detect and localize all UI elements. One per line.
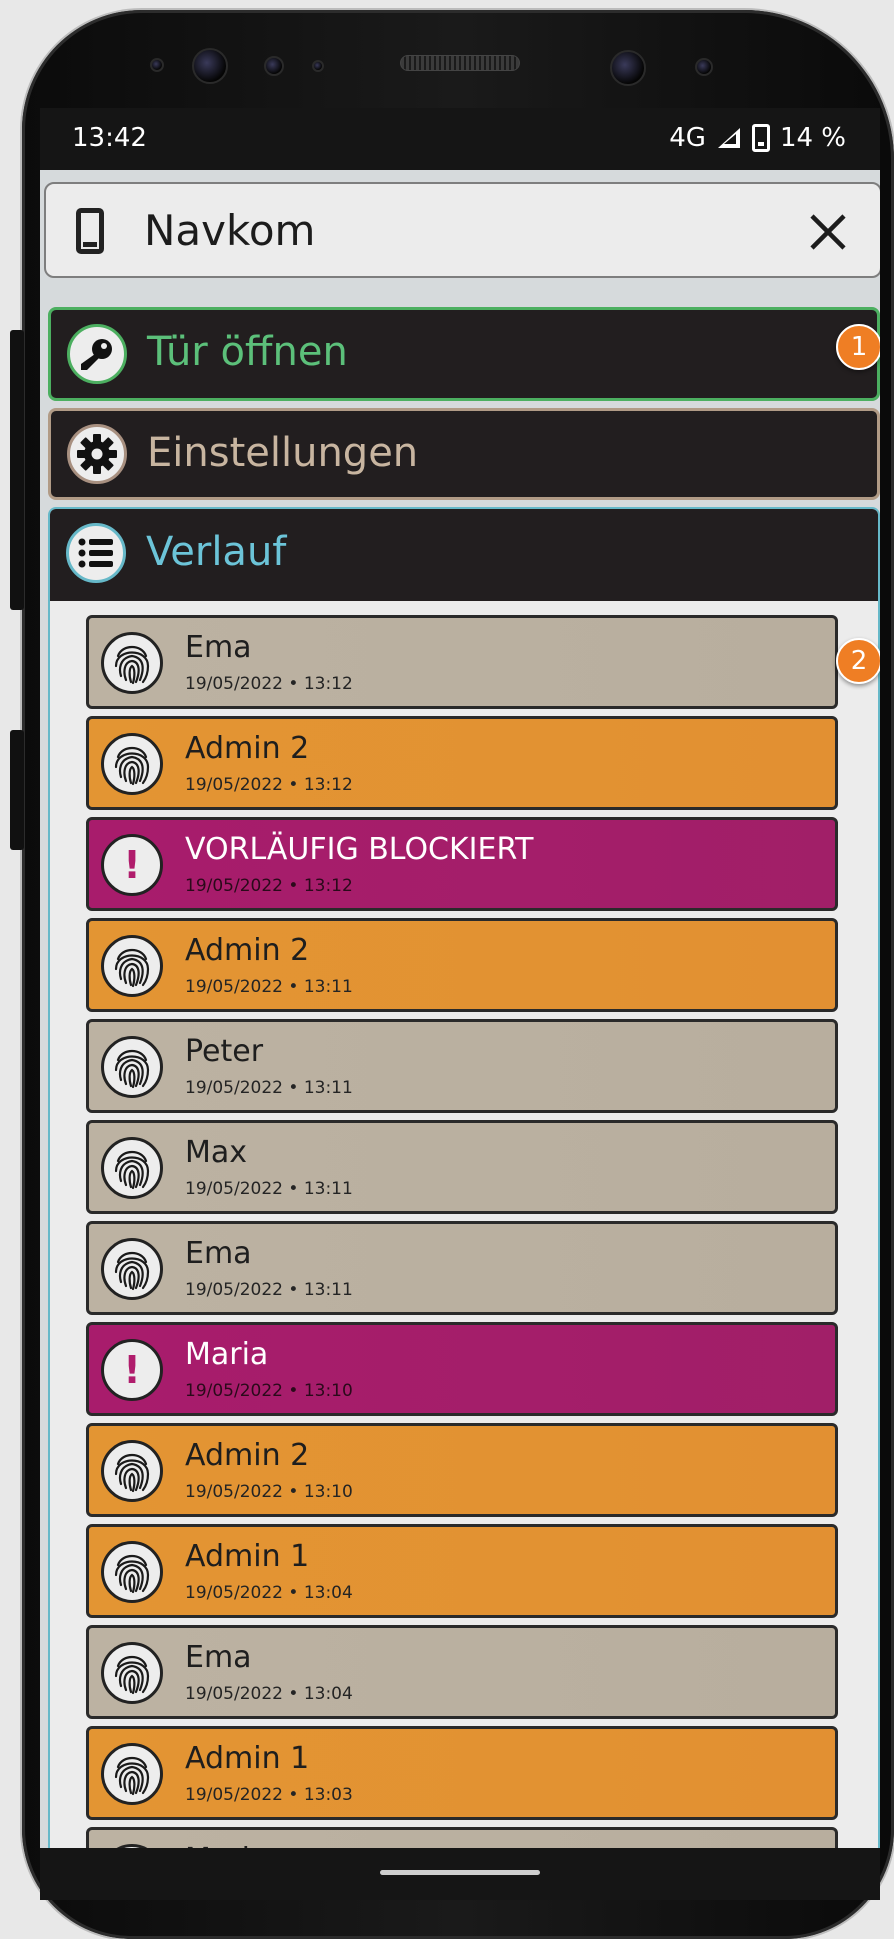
alert-icon: !	[101, 834, 163, 896]
history-entry[interactable]: ! VORLÄUFIG BLOCKIERT 19/05/2022 • 13:12	[86, 817, 838, 911]
fingerprint-icon	[101, 935, 163, 997]
fingerprint-icon	[101, 1238, 163, 1300]
phone-screen: 13:42 4G 14 % Navkom Tür öffnen Einstell…	[40, 108, 880, 1848]
fingerprint-icon	[101, 1137, 163, 1199]
history-entry[interactable]: Maria	[86, 1827, 838, 1848]
battery-label: 14 %	[779, 123, 846, 153]
fingerprint-icon	[101, 1541, 163, 1603]
gear-icon	[67, 424, 127, 484]
history-entry-name: Ema	[185, 1640, 252, 1675]
history-panel: Verlauf Ema 19/05/2022 • 13:12 Admin 2 19/0…	[48, 507, 880, 1848]
fingerprint-icon	[101, 1642, 163, 1704]
list-icon	[66, 523, 126, 583]
history-header-button[interactable]: Verlauf	[50, 509, 878, 601]
history-entry-name: Ema	[185, 630, 252, 665]
history-label: Verlauf	[146, 529, 287, 575]
app-header: Navkom	[44, 182, 880, 278]
system-nav-bar	[40, 1848, 880, 1900]
history-entry-name: Admin 2	[185, 933, 310, 968]
history-entry-name: Admin 1	[185, 1539, 310, 1574]
sensor-icon	[695, 58, 713, 76]
history-entry-timestamp: 19/05/2022 • 13:11	[185, 977, 353, 997]
sensor-icon	[312, 60, 324, 72]
smartphone-icon	[76, 208, 104, 254]
bixby-button	[10, 730, 24, 850]
fingerprint-icon	[101, 632, 163, 694]
open-door-button[interactable]: Tür öffnen	[48, 307, 880, 401]
history-entry[interactable]: Max 19/05/2022 • 13:11	[86, 1120, 838, 1214]
home-indicator[interactable]	[380, 1870, 540, 1875]
front-camera-icon	[610, 50, 646, 86]
fingerprint-icon	[101, 1743, 163, 1805]
open-door-label: Tür öffnen	[147, 329, 348, 375]
settings-label: Einstellungen	[147, 430, 419, 476]
history-entry[interactable]: Admin 2 19/05/2022 • 13:12	[86, 716, 838, 810]
history-entry-name: VORLÄUFIG BLOCKIERT	[185, 832, 534, 867]
history-entry-timestamp: 19/05/2022 • 13:04	[185, 1684, 353, 1704]
callout-badge-2: 2	[836, 638, 880, 684]
sensor-icon	[150, 58, 164, 72]
fingerprint-icon	[101, 733, 163, 795]
history-entry[interactable]: Admin 1 19/05/2022 • 13:04	[86, 1524, 838, 1618]
history-entry[interactable]: Peter 19/05/2022 • 13:11	[86, 1019, 838, 1113]
history-entry-name: Maria	[185, 1337, 269, 1372]
history-entry-timestamp: 19/05/2022 • 13:12	[185, 775, 353, 795]
history-entry-name: Max	[185, 1135, 248, 1170]
network-label: 4G	[669, 123, 706, 153]
history-entry-timestamp: 19/05/2022 • 13:11	[185, 1179, 353, 1199]
history-entry-timestamp: 19/05/2022 • 13:11	[185, 1280, 353, 1300]
history-entry-name: Ema	[185, 1236, 252, 1271]
camera-icon	[192, 48, 228, 84]
history-entry-timestamp: 19/05/2022 • 13:12	[185, 674, 353, 694]
battery-icon	[751, 124, 770, 152]
alert-icon: !	[101, 1339, 163, 1401]
status-bar: 13:42 4G 14 %	[40, 108, 880, 170]
history-entry-name: Admin 2	[185, 731, 310, 766]
history-entry[interactable]: Admin 1 19/05/2022 • 13:03	[86, 1726, 838, 1820]
history-entry-timestamp: 19/05/2022 • 13:11	[185, 1078, 353, 1098]
volume-button	[10, 330, 24, 610]
history-entry-name: Peter	[185, 1034, 264, 1069]
sensor-icon	[264, 56, 284, 76]
history-entry-name: Admin 1	[185, 1741, 310, 1776]
status-time: 13:42	[72, 123, 147, 153]
history-entry[interactable]: Ema 19/05/2022 • 13:04	[86, 1625, 838, 1719]
history-entry[interactable]: Ema 19/05/2022 • 13:12	[86, 615, 838, 709]
history-entry-timestamp: 19/05/2022 • 13:04	[185, 1583, 353, 1603]
history-entry-timestamp: 19/05/2022 • 13:03	[185, 1785, 353, 1805]
history-entry[interactable]: ! Maria 19/05/2022 • 13:10	[86, 1322, 838, 1416]
history-entry-name: Admin 2	[185, 1438, 310, 1473]
app-content: Navkom Tür öffnen Einstellungen Verlauf …	[40, 170, 880, 1848]
history-list: Ema 19/05/2022 • 13:12 Admin 2 19/05/2022 •…	[86, 615, 838, 1848]
fingerprint-icon	[101, 1440, 163, 1502]
key-icon	[67, 324, 127, 384]
history-entry[interactable]: Admin 2 19/05/2022 • 13:11	[86, 918, 838, 1012]
page-title: Navkom	[144, 206, 316, 255]
signal-icon	[717, 128, 740, 148]
earpiece-speaker	[400, 55, 520, 71]
history-entry-timestamp: 19/05/2022 • 13:10	[185, 1482, 353, 1502]
history-entry-timestamp: 19/05/2022 • 13:12	[185, 876, 353, 896]
callout-badge-1: 1	[836, 324, 880, 370]
settings-button[interactable]: Einstellungen	[48, 408, 880, 500]
history-entry-timestamp: 19/05/2022 • 13:10	[185, 1381, 353, 1401]
fingerprint-icon	[101, 1036, 163, 1098]
history-entry[interactable]: Ema 19/05/2022 • 13:11	[86, 1221, 838, 1315]
close-icon[interactable]	[806, 210, 850, 254]
history-entry[interactable]: Admin 2 19/05/2022 • 13:10	[86, 1423, 838, 1517]
